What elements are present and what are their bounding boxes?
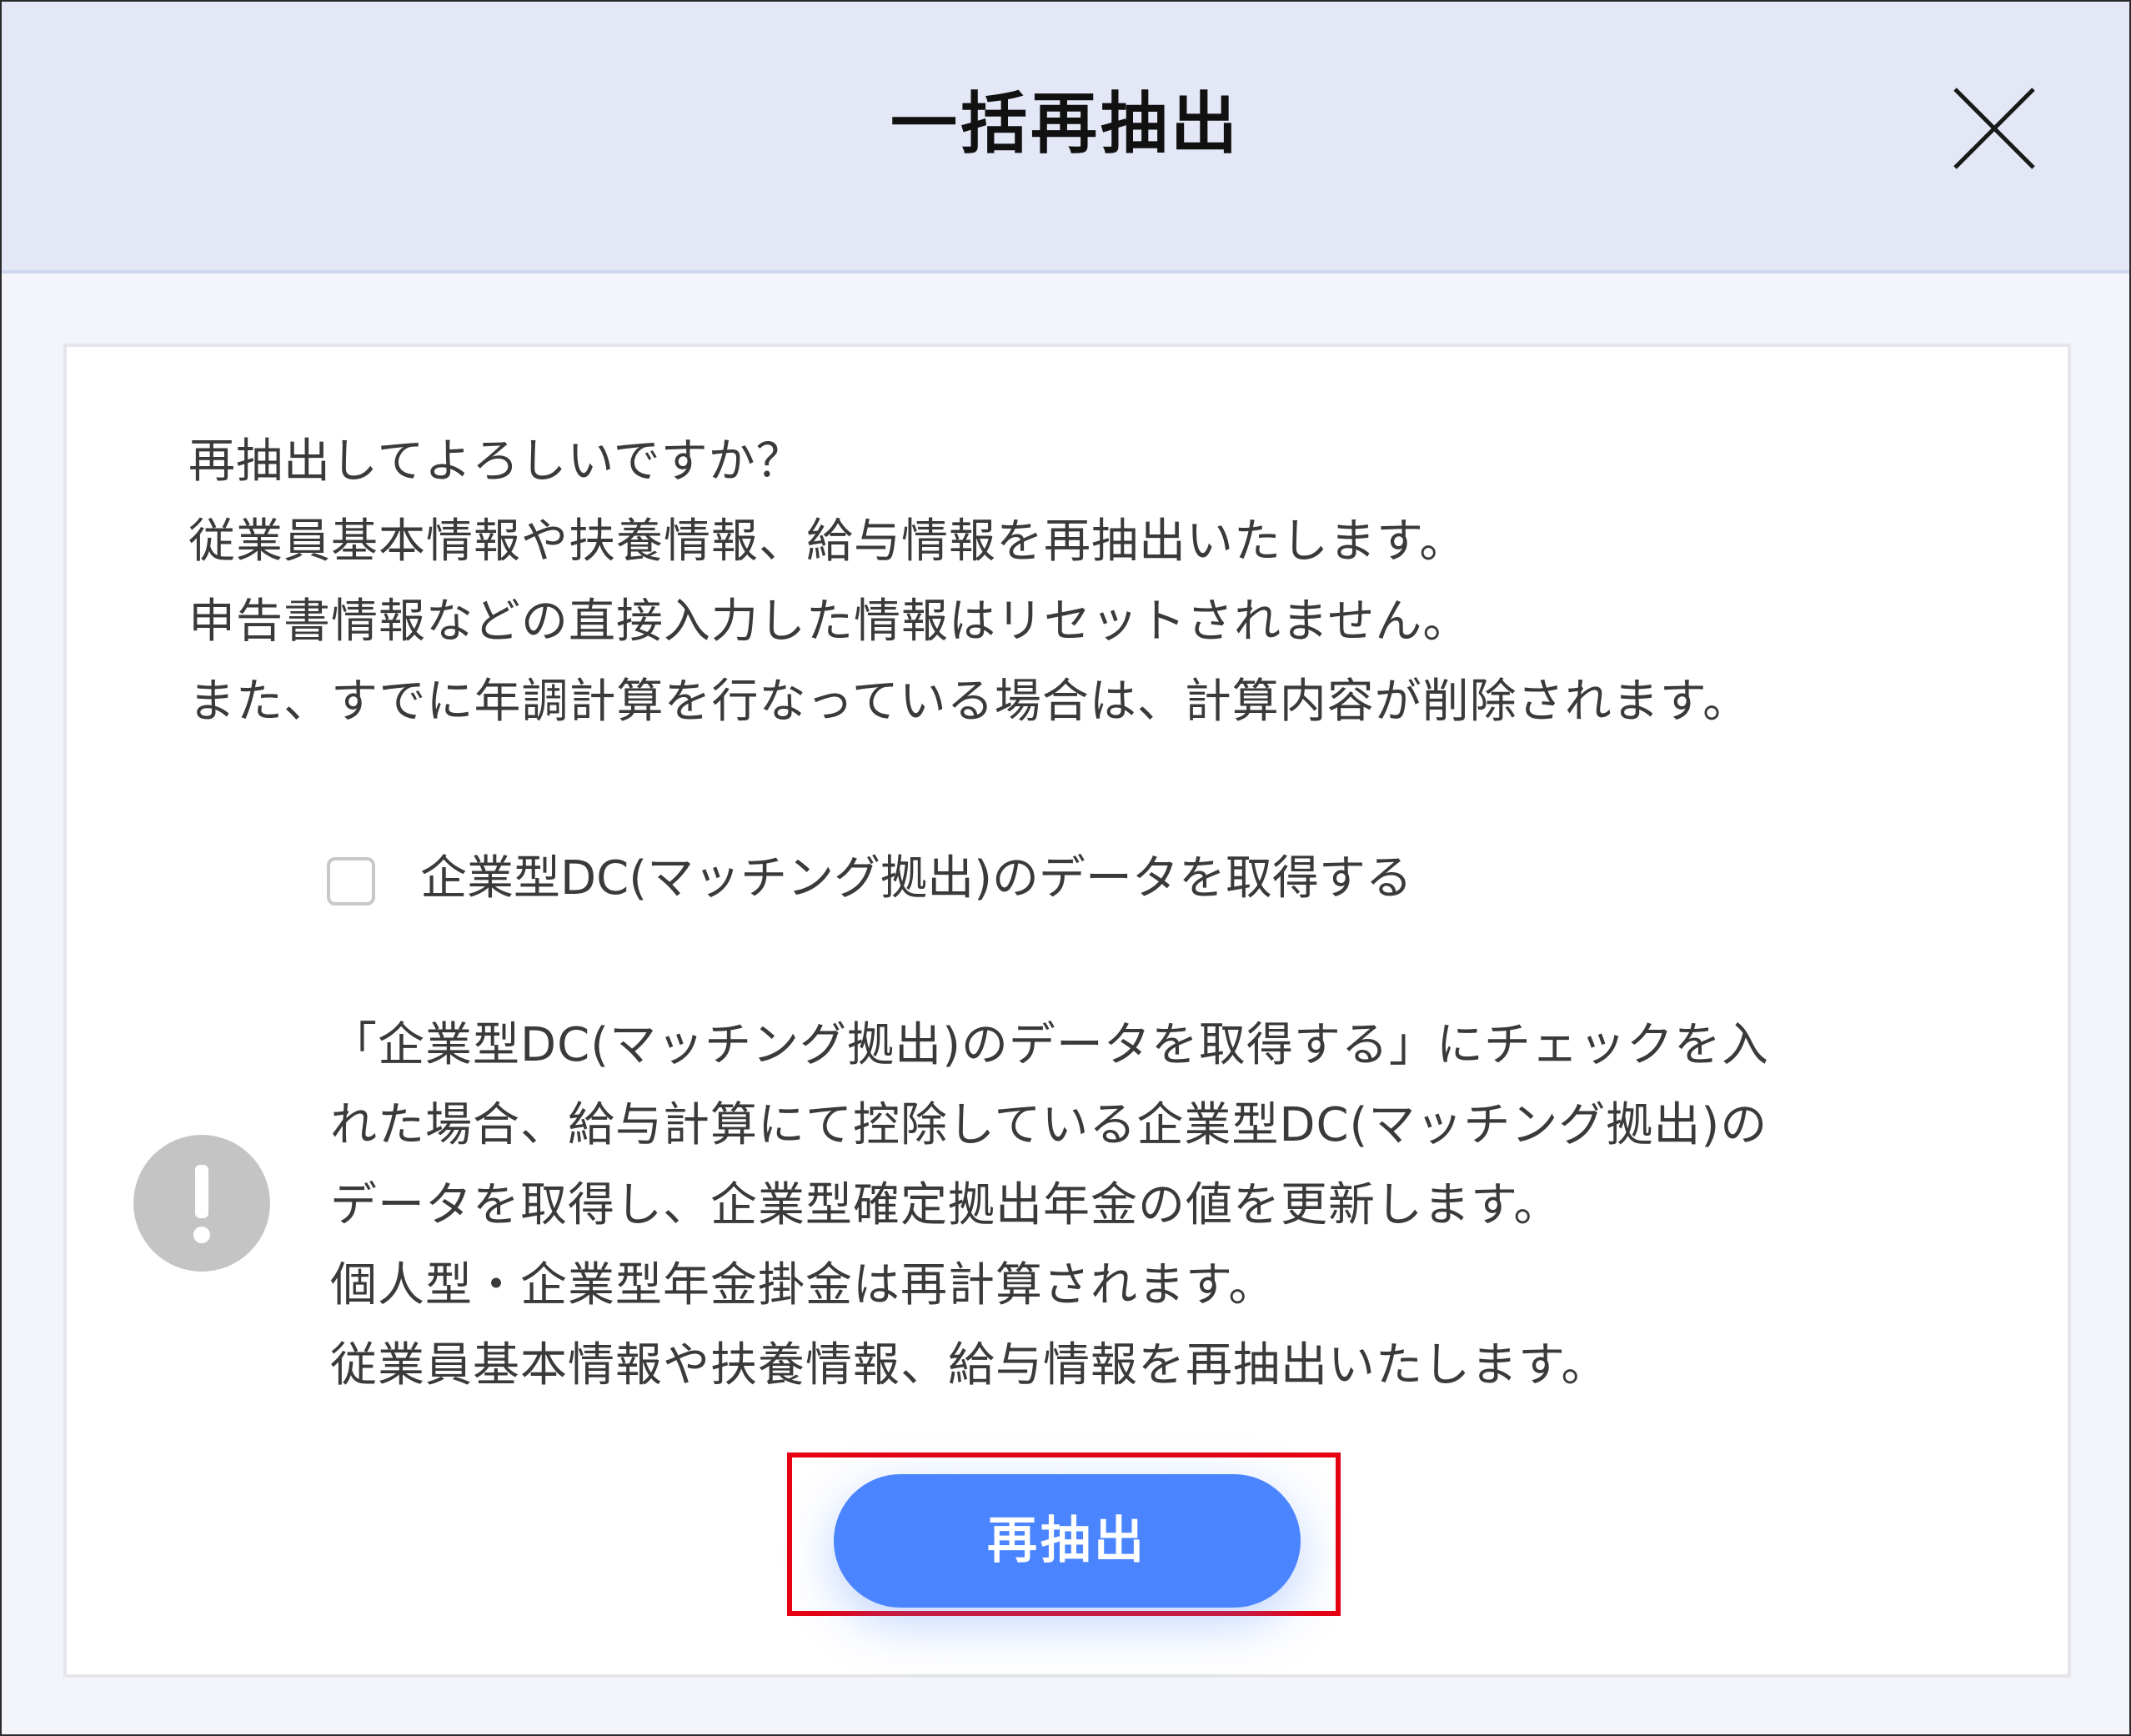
intro-line: 従業員基本情報や扶養情報、給与情報を再抽出いたします。: [188, 514, 1467, 569]
re-extract-button[interactable]: 再抽出: [834, 1474, 1301, 1608]
dialog-header: 一括再抽出: [2, 2, 2129, 273]
notice-line: 「企業型DC(マッチング拠出)のデータを取得する」にチェックを入: [330, 1018, 1769, 1072]
close-button[interactable]: [1948, 83, 2040, 174]
notice-line: データを取得し、企業型確定拠出年金の値を更新します。: [330, 1178, 1562, 1232]
intro-line: 申告書情報などの直接入力した情報はリセットされません。: [188, 595, 1471, 649]
re-extract-dialog: 一括再抽出 再抽出してよろしいですか？ 従業員基本情報や扶養情報、給与情報を再抽…: [0, 0, 2131, 1736]
dc-data-checkbox[interactable]: [327, 857, 375, 906]
notice-line: 個人型・企業型年金掛金は再計算されます。: [330, 1258, 1276, 1312]
exclamation-circle-icon: [133, 1135, 270, 1272]
dialog-title: 一括再抽出: [890, 85, 1241, 163]
close-icon: [1953, 88, 2035, 169]
intro-message: 再抽出してよろしいですか？ 従業員基本情報や扶養情報、給与情報を再抽出いたします…: [188, 422, 1973, 742]
intro-line: 再抽出してよろしいですか？: [188, 434, 804, 489]
notice-line: れた場合、給与計算にて控除している企業型DC(マッチング拠出)の: [330, 1098, 1768, 1152]
notice-line: 従業員基本情報や扶養情報、給与情報を再抽出いたします。: [330, 1338, 1609, 1392]
dc-data-checkbox-label[interactable]: 企業型DC(マッチング拠出)のデータを取得する: [420, 845, 1412, 912]
dc-notice-text: 「企業型DC(マッチング拠出)のデータを取得する」にチェックを入 れた場合、給与…: [330, 1006, 1914, 1406]
intro-line: また、すでに年調計算を行なっている場合は、計算内容が削除されます。: [188, 675, 1751, 729]
